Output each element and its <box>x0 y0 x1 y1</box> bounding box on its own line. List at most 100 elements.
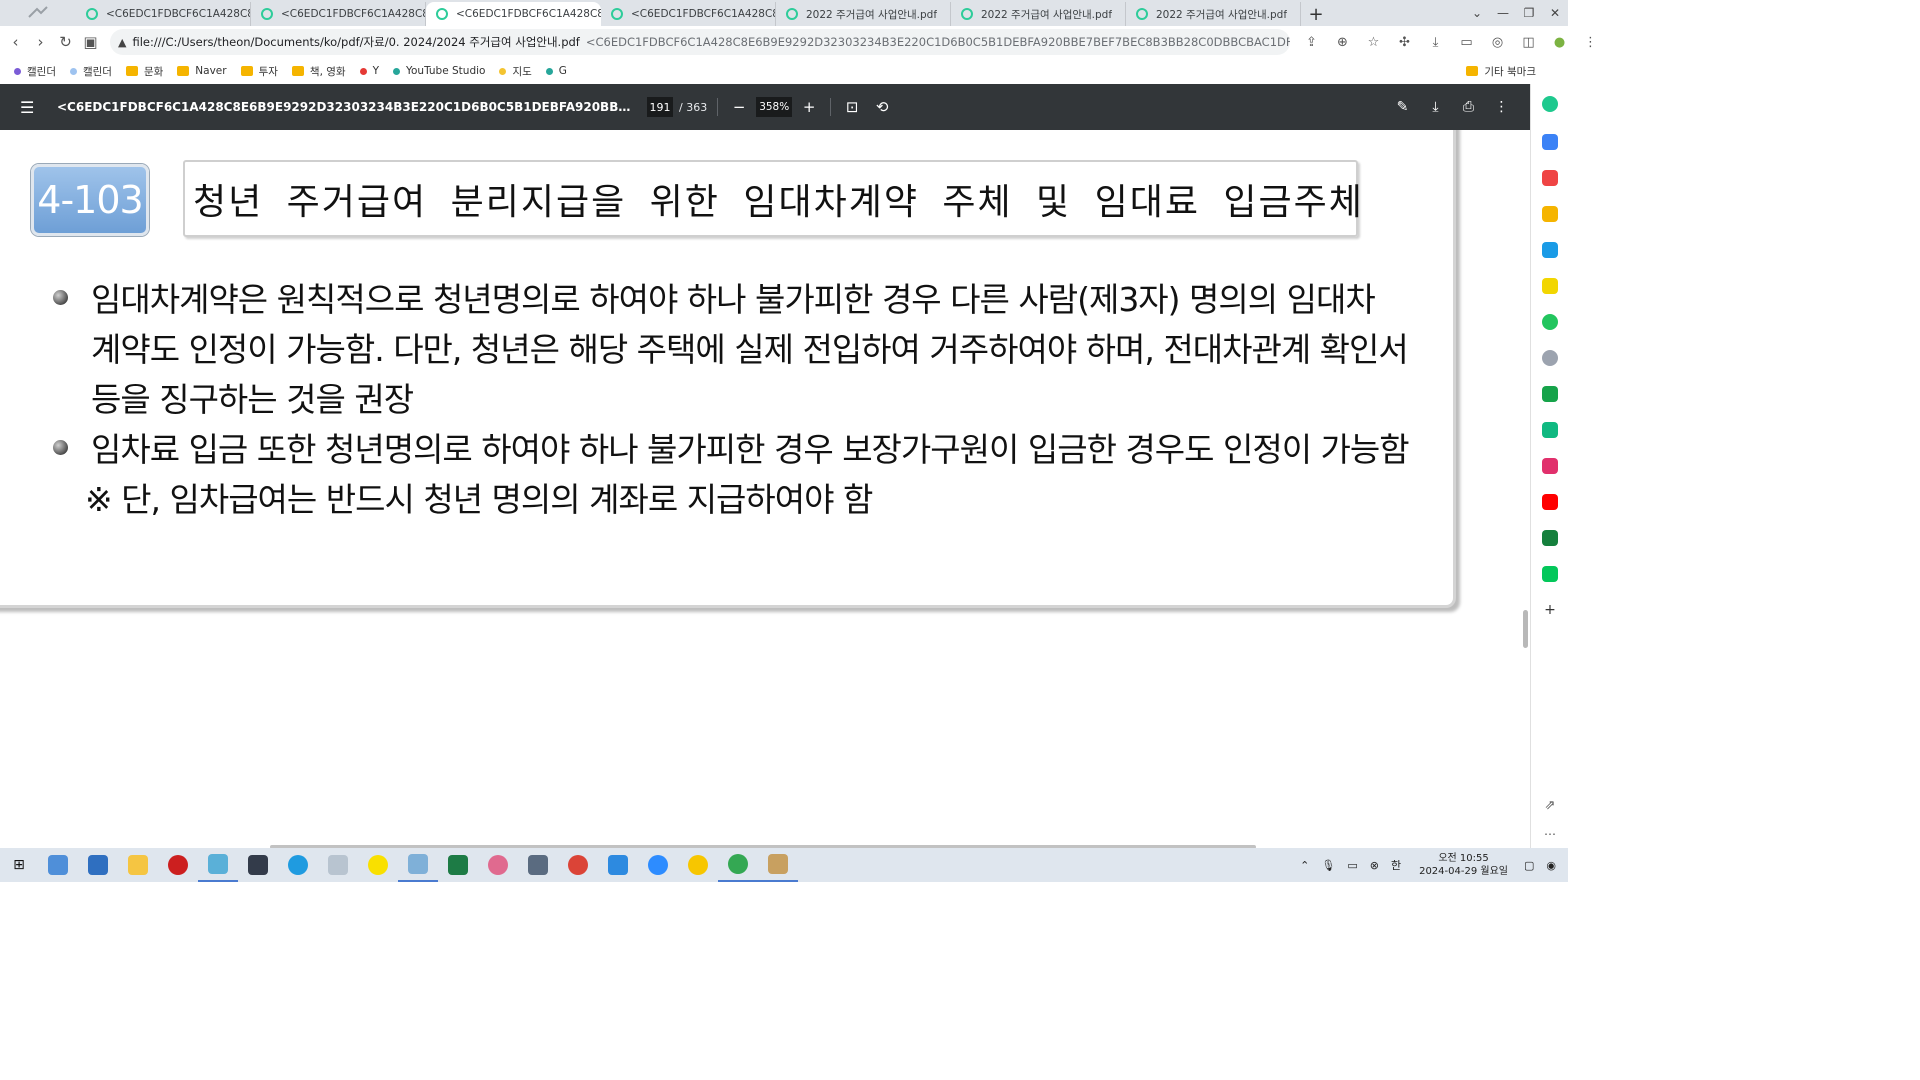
taskbar-app-icon[interactable] <box>318 848 358 882</box>
sidebar-app-icon[interactable] <box>1542 350 1558 366</box>
menu-hamburger-icon[interactable]: ☰ <box>20 98 40 117</box>
browser-tab[interactable]: <C6EDC1FDBCF6C1A428C8E6B <box>76 2 251 26</box>
sidebar-app-icon[interactable] <box>1542 134 1558 150</box>
taskbar-app-icon[interactable] <box>478 848 518 882</box>
minimize-icon[interactable]: — <box>1490 6 1516 20</box>
bookmark-star-icon[interactable]: ☆ <box>1358 35 1389 50</box>
taskbar-app-icon[interactable] <box>758 848 798 882</box>
file-explorer-icon[interactable] <box>118 848 158 882</box>
sidebar-app-icon[interactable] <box>1542 422 1558 438</box>
more-icon[interactable]: … <box>1542 824 1558 840</box>
bookmark-item[interactable]: 캘린더 <box>14 64 56 79</box>
windows-start-icon[interactable]: ⊞ <box>0 857 38 873</box>
bookmark-folder[interactable]: 문화 <box>125 64 163 79</box>
bullet-text: 임대차계약은 원칙적으로 청년명의로 하여야 하나 불가피한 경우 다른 사람(… <box>91 280 1409 419</box>
network-icon[interactable]: ▭ <box>1347 859 1357 872</box>
taskbar-app-icon[interactable] <box>398 848 438 882</box>
bookmark-favicon-icon <box>499 67 507 75</box>
address-bar[interactable]: ▲ file:///C:/Users/theon/Documents/ko/pd… <box>110 29 1290 55</box>
browser-tab[interactable]: 2022 주거급여 사업안내.pdf <box>951 2 1126 26</box>
open-external-icon[interactable]: ⇗ <box>1542 798 1558 814</box>
screenshot-icon[interactable]: ◎ <box>1482 35 1513 50</box>
chrome-icon[interactable] <box>558 848 598 882</box>
browser-tab[interactable]: 2022 주거급여 사업안내.pdf <box>1126 2 1301 26</box>
bookmark-item[interactable]: 캘린더 <box>69 64 112 79</box>
ime-indicator[interactable]: 한 <box>1391 857 1401 873</box>
vertical-scrollbar[interactable] <box>1523 610 1528 648</box>
file-info-icon[interactable]: ▲ <box>118 36 126 49</box>
add-app-icon[interactable]: + <box>1542 602 1558 618</box>
page-number-input[interactable]: 191 <box>647 97 673 117</box>
zoom-out-icon[interactable]: − <box>728 98 750 116</box>
sidebar-app-icon[interactable] <box>1542 566 1558 582</box>
fit-page-icon[interactable]: ⊡ <box>841 98 863 116</box>
edge-browser-icon[interactable] <box>278 848 318 882</box>
other-bookmarks-folder[interactable]: 기타 북마크 <box>1466 58 1536 84</box>
microphone-icon[interactable]: 🎙 <box>1321 859 1335 872</box>
back-icon[interactable]: ‹ <box>3 33 28 51</box>
notification-icon[interactable]: ▢ <box>1524 859 1534 872</box>
excel-icon[interactable] <box>438 848 478 882</box>
reload-icon[interactable]: ↻ <box>53 33 78 51</box>
bookmark-item[interactable]: G <box>545 65 567 77</box>
share-icon[interactable]: ⇪ <box>1296 35 1327 50</box>
kakaotalk-icon[interactable] <box>358 848 398 882</box>
download-icon[interactable]: ⤓ <box>1420 35 1451 50</box>
sidebar-app-icon[interactable] <box>1542 96 1558 112</box>
sidebar-app-icon[interactable] <box>1542 206 1558 222</box>
zoom-app-icon[interactable] <box>638 848 678 882</box>
reader-mode-icon[interactable]: ▣ <box>78 33 103 51</box>
more-options-icon[interactable]: ⋮ <box>1485 99 1518 115</box>
bookmark-item[interactable]: YouTube Studio <box>392 65 485 77</box>
taskbar-app-icon[interactable] <box>38 848 78 882</box>
taskbar-app-icon[interactable] <box>198 848 238 882</box>
sidebar-app-icon[interactable] <box>1542 242 1558 258</box>
tray-overflow-icon[interactable]: ⌃ <box>1300 859 1309 872</box>
sidebar-app-icon[interactable] <box>1542 278 1558 294</box>
taskbar-app-icon[interactable] <box>678 848 718 882</box>
rotate-icon[interactable]: ⟲ <box>871 98 893 116</box>
taskbar-app-icon[interactable] <box>78 848 118 882</box>
bookmark-item[interactable]: Y <box>359 65 379 77</box>
bookmark-item[interactable]: 지도 <box>499 64 532 79</box>
taskbar-app-icon[interactable] <box>238 848 278 882</box>
tab-favicon-icon <box>786 8 798 20</box>
sidebar-app-icon[interactable] <box>1542 458 1558 474</box>
clock[interactable]: 오전 10:55 2024-04-29 월요일 <box>1419 852 1508 878</box>
bookmark-folder[interactable]: 책, 영화 <box>291 64 346 79</box>
volume-muted-icon[interactable]: ⊗ <box>1370 859 1379 872</box>
print-icon[interactable]: ⎙ <box>1452 99 1485 115</box>
restore-icon[interactable]: ❐ <box>1516 6 1542 20</box>
cast-icon[interactable]: ▭ <box>1451 35 1482 50</box>
copilot-icon[interactable]: ◉ <box>1546 859 1556 872</box>
taskbar-app-icon[interactable] <box>598 848 638 882</box>
calculator-icon[interactable] <box>518 848 558 882</box>
browser-tab-active[interactable]: <C6EDC1FDBCF6C1A428C8E6B <box>426 2 601 26</box>
browser-tab[interactable]: <C6EDC1FDBCF6C1A428C8E6B <box>251 2 426 26</box>
annotate-pen-icon[interactable]: ✎ <box>1386 99 1419 115</box>
extensions-icon[interactable]: ✣ <box>1389 35 1420 50</box>
sidebar-app-icon[interactable] <box>1542 170 1558 186</box>
zoom-in-icon[interactable]: + <box>798 98 820 116</box>
bookmark-folder[interactable]: 투자 <box>240 64 278 79</box>
toolbar-divider <box>830 98 832 116</box>
browser-tab[interactable]: <C6EDC1FDBCF6C1A428C8E6B <box>601 2 776 26</box>
sidebar-app-icon[interactable] <box>1542 530 1558 546</box>
browser-tab[interactable]: 2022 주거급여 사업안내.pdf <box>776 2 951 26</box>
menu-icon[interactable]: ⋮ <box>1575 35 1606 50</box>
bookmark-folder[interactable]: Naver <box>177 65 227 77</box>
sidebar-app-icon[interactable] <box>1542 494 1558 510</box>
side-panel-icon[interactable]: ◫ <box>1513 35 1544 50</box>
profile-avatar-icon[interactable]: ● <box>1544 35 1575 50</box>
zoom-level-input[interactable]: 358% <box>756 97 793 117</box>
tab-search-icon[interactable]: ⌄ <box>1464 6 1490 20</box>
close-icon[interactable]: ✕ <box>1542 6 1568 20</box>
chrome-icon[interactable] <box>718 848 758 882</box>
sidebar-app-icon[interactable] <box>1542 314 1558 330</box>
download-icon[interactable]: ⤓ <box>1419 99 1452 115</box>
forward-icon[interactable]: › <box>28 33 53 51</box>
zoom-icon[interactable]: ⊕ <box>1327 35 1358 50</box>
new-tab-button[interactable]: + <box>1301 2 1331 26</box>
taskbar-app-icon[interactable] <box>158 848 198 882</box>
sidebar-app-icon[interactable] <box>1542 386 1558 402</box>
